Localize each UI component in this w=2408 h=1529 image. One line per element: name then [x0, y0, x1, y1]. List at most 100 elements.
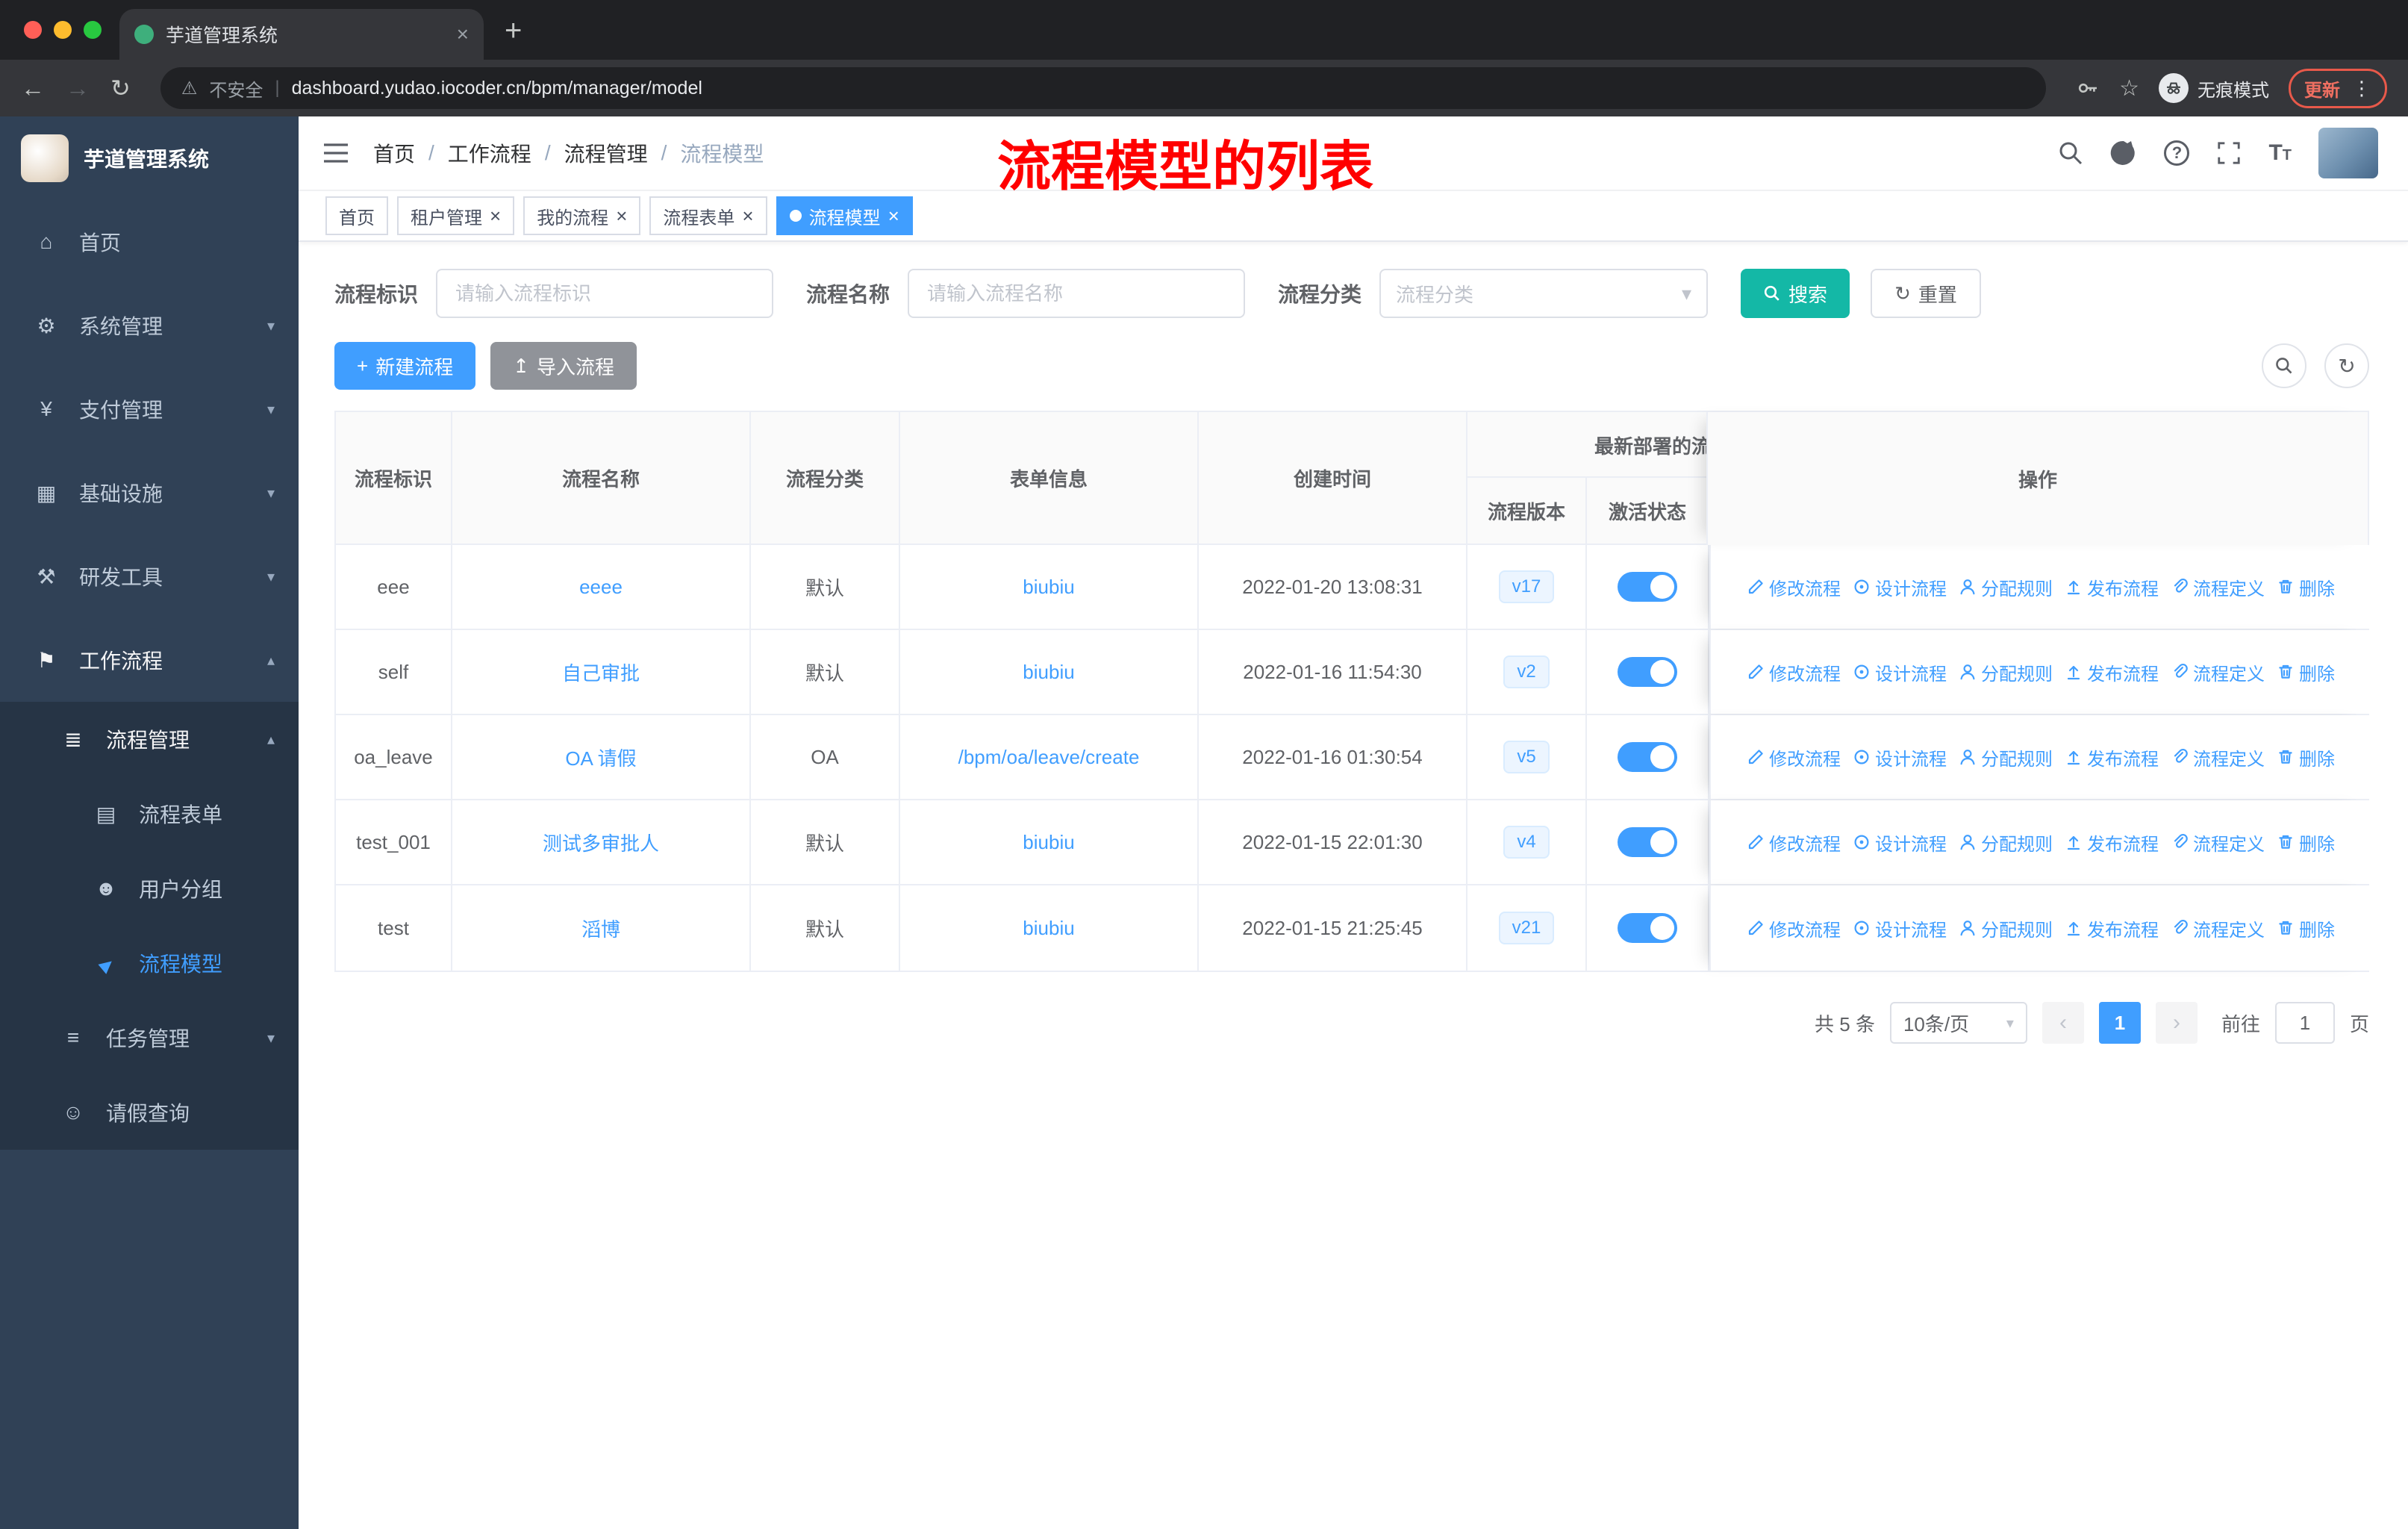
process-definition-link[interactable]: 流程定义: [2171, 829, 2265, 856]
publish-process-link[interactable]: 发布流程: [2065, 915, 2159, 941]
form-info-link[interactable]: biubiu: [1023, 831, 1074, 854]
goto-page-input[interactable]: [2274, 1002, 2335, 1044]
close-icon[interactable]: ×: [742, 206, 753, 225]
create-process-button[interactable]: + 新建流程: [334, 342, 476, 390]
fullscreen-icon[interactable]: [2216, 140, 2242, 166]
password-key-icon[interactable]: [2076, 76, 2100, 100]
reset-button[interactable]: ↻ 重置: [1871, 269, 1981, 318]
process-name-input[interactable]: [908, 269, 1246, 318]
delete-link[interactable]: 删除: [2277, 659, 2335, 685]
sidebar-item-leave-query[interactable]: ☺ 请假查询: [0, 1075, 299, 1150]
breadcrumb-workflow[interactable]: 工作流程: [448, 138, 531, 168]
import-process-button[interactable]: ↥ 导入流程: [490, 342, 637, 390]
assign-rule-link[interactable]: 分配规则: [1959, 744, 2053, 770]
browser-menu-icon[interactable]: ⋮: [2352, 77, 2371, 100]
tab-close-icon[interactable]: ×: [457, 22, 469, 46]
close-icon[interactable]: ×: [616, 206, 627, 225]
breadcrumb-home[interactable]: 首页: [373, 138, 415, 168]
active-toggle[interactable]: [1618, 827, 1677, 857]
assign-rule-link[interactable]: 分配规则: [1959, 574, 2053, 600]
bookmark-star-icon[interactable]: ☆: [2119, 75, 2139, 102]
design-process-link[interactable]: 设计流程: [1853, 915, 1947, 941]
category-select[interactable]: 流程分类 ▾: [1379, 269, 1709, 318]
process-name-link[interactable]: 测试多审批人: [543, 829, 659, 856]
sidebar-item-user-group[interactable]: ☻ 用户分组: [0, 851, 299, 926]
sidebar-item-system[interactable]: ⚙ 系统管理 ▾: [0, 284, 299, 367]
close-icon[interactable]: ×: [490, 206, 501, 225]
delete-link[interactable]: 删除: [2277, 915, 2335, 941]
help-icon[interactable]: ?: [2164, 140, 2190, 166]
delete-link[interactable]: 删除: [2277, 574, 2335, 600]
publish-process-link[interactable]: 发布流程: [2065, 574, 2159, 600]
collapse-sidebar-icon[interactable]: [299, 142, 373, 164]
active-toggle[interactable]: [1618, 572, 1677, 602]
design-process-link[interactable]: 设计流程: [1853, 574, 1947, 600]
delete-link[interactable]: 删除: [2277, 744, 2335, 770]
sidebar-item-devtools[interactable]: ⚒ 研发工具 ▾: [0, 535, 299, 618]
browser-tab[interactable]: 芋道管理系统 ×: [119, 9, 484, 60]
zoom-window-button[interactable]: [84, 21, 102, 39]
process-definition-link[interactable]: 流程定义: [2171, 915, 2265, 941]
process-definition-link[interactable]: 流程定义: [2171, 659, 2265, 685]
new-tab-button[interactable]: +: [505, 14, 522, 48]
form-info-link[interactable]: biubiu: [1023, 576, 1074, 599]
form-info-link[interactable]: biubiu: [1023, 917, 1074, 940]
back-icon[interactable]: ←: [21, 76, 45, 100]
design-process-link[interactable]: 设计流程: [1853, 744, 1947, 770]
assign-rule-link[interactable]: 分配规则: [1959, 915, 2053, 941]
breadcrumb-process-management[interactable]: 流程管理: [564, 138, 648, 168]
next-page-button[interactable]: ›: [2155, 1002, 2198, 1044]
tag-tenant-management[interactable]: 租户管理 ×: [397, 196, 515, 235]
active-toggle[interactable]: [1618, 913, 1677, 943]
process-definition-link[interactable]: 流程定义: [2171, 574, 2265, 600]
publish-process-link[interactable]: 发布流程: [2065, 829, 2159, 856]
edit-process-link[interactable]: 修改流程: [1747, 574, 1841, 600]
sidebar-item-infra[interactable]: ▦ 基础设施 ▾: [0, 451, 299, 535]
search-icon[interactable]: [2058, 140, 2083, 166]
process-key-input[interactable]: [436, 269, 774, 318]
close-window-button[interactable]: [24, 21, 42, 39]
tag-process-form[interactable]: 流程表单 ×: [649, 196, 767, 235]
active-toggle[interactable]: [1618, 742, 1677, 772]
refresh-table-button[interactable]: ↻: [2324, 343, 2369, 388]
design-process-link[interactable]: 设计流程: [1853, 829, 1947, 856]
process-name-link[interactable]: OA 请假: [565, 744, 636, 771]
user-avatar[interactable]: [2318, 128, 2378, 178]
search-button[interactable]: 搜索: [1741, 269, 1850, 318]
page-1-button[interactable]: 1: [2098, 1002, 2141, 1044]
delete-link[interactable]: 删除: [2277, 829, 2335, 856]
sidebar-item-payment[interactable]: ¥ 支付管理 ▾: [0, 367, 299, 451]
process-definition-link[interactable]: 流程定义: [2171, 744, 2265, 770]
tag-home[interactable]: 首页: [325, 196, 388, 235]
chrome-update-button[interactable]: 更新 ⋮: [2289, 68, 2387, 108]
active-toggle[interactable]: [1618, 657, 1677, 687]
form-info-link[interactable]: biubiu: [1023, 661, 1074, 684]
form-info-link[interactable]: /bpm/oa/leave/create: [958, 746, 1140, 769]
tag-process-model[interactable]: 流程模型 ×: [776, 196, 913, 235]
process-name-link[interactable]: 自己审批: [562, 658, 640, 686]
edit-process-link[interactable]: 修改流程: [1747, 829, 1841, 856]
close-icon[interactable]: ×: [888, 206, 899, 225]
minimize-window-button[interactable]: [54, 21, 72, 39]
assign-rule-link[interactable]: 分配规则: [1959, 659, 2053, 685]
assign-rule-link[interactable]: 分配规则: [1959, 829, 2053, 856]
edit-process-link[interactable]: 修改流程: [1747, 744, 1841, 770]
github-icon[interactable]: [2110, 140, 2137, 166]
publish-process-link[interactable]: 发布流程: [2065, 744, 2159, 770]
edit-process-link[interactable]: 修改流程: [1747, 915, 1841, 941]
design-process-link[interactable]: 设计流程: [1853, 659, 1947, 685]
toggle-search-button[interactable]: [2262, 343, 2306, 388]
sidebar-item-task-management[interactable]: ≡ 任务管理 ▾: [0, 1000, 299, 1075]
edit-process-link[interactable]: 修改流程: [1747, 659, 1841, 685]
publish-process-link[interactable]: 发布流程: [2065, 659, 2159, 685]
prev-page-button[interactable]: ‹: [2042, 1002, 2084, 1044]
sidebar-item-process-form[interactable]: ▤ 流程表单: [0, 776, 299, 851]
process-name-link[interactable]: eeee: [579, 576, 623, 599]
address-bar[interactable]: ⚠ 不安全 | dashboard.yudao.iocoder.cn/bpm/m…: [160, 67, 2047, 109]
tag-my-process[interactable]: 我的流程 ×: [523, 196, 641, 235]
page-size-select[interactable]: 10条/页 ▾: [1889, 1002, 2027, 1044]
reload-icon[interactable]: ↻: [110, 76, 131, 100]
sidebar-item-workflow[interactable]: ⚑ 工作流程 ▴: [0, 618, 299, 702]
sidebar-item-home[interactable]: ⌂ 首页: [0, 200, 299, 284]
sidebar-item-process-model[interactable]: ▶ 流程模型: [0, 926, 299, 1000]
